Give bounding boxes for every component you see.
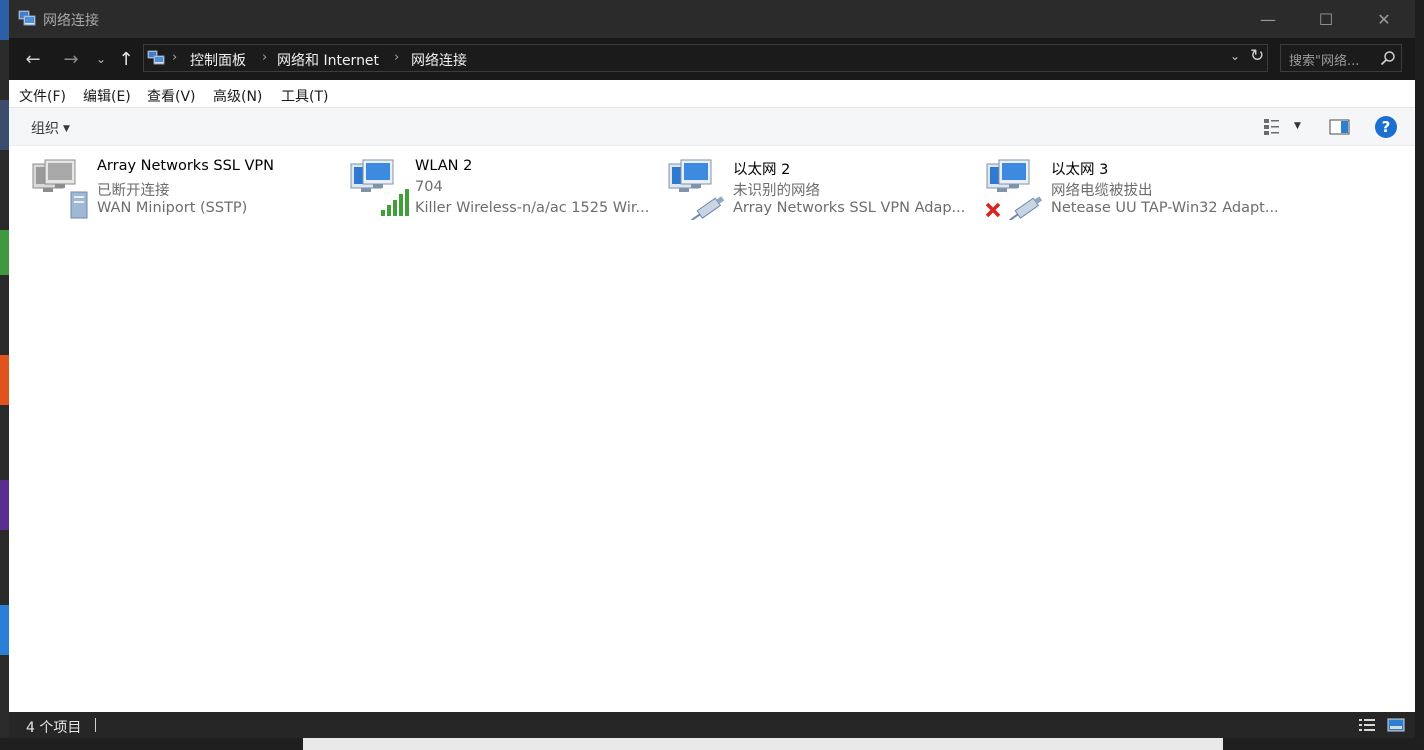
network-location-icon <box>147 50 165 65</box>
maximize-button[interactable]: ☐ <box>1297 0 1355 38</box>
up-arrow-icon: ↑ <box>118 48 134 70</box>
organize-button[interactable]: 组织 ▼ <box>31 118 70 138</box>
vpn-connection-icon <box>32 159 88 219</box>
window-title: 网络连接 <box>43 13 99 29</box>
forward-button[interactable]: → <box>58 46 84 72</box>
connection-tile-ethernet-3[interactable]: 以太网 3 网络电缆被拔出 Netease UU TAP-Win32 Adapt… <box>985 156 1303 222</box>
details-view-icon[interactable] <box>1358 718 1376 732</box>
search-input[interactable]: 搜索"网络... <box>1280 44 1402 72</box>
connection-name: Array Networks SSL VPN <box>97 158 274 174</box>
network-connections-app-icon <box>18 10 36 26</box>
address-bar[interactable]: › 控制面板 › 网络和 Internet › 网络连接 ⌄ ↻ <box>143 44 1268 72</box>
desktop-bottom-edge <box>0 738 1424 750</box>
minimize-icon: — <box>1260 9 1276 29</box>
ethernet-connection-icon <box>668 159 725 220</box>
breadcrumb-separator: › <box>394 50 400 65</box>
desktop-icon <box>0 355 9 405</box>
minimize-button[interactable]: — <box>1239 0 1297 38</box>
connection-device: Netease UU TAP-Win32 Adapt... <box>1051 200 1279 216</box>
menu-bar: 文件(F) 编辑(E) 查看(V) 高级(N) 工具(T) <box>9 80 1415 108</box>
item-count: 4 个项目 <box>26 720 82 736</box>
desktop-left-edge <box>0 0 9 750</box>
connection-tile-ethernet-2[interactable]: 以太网 2 未识别的网络 Array Networks SSL VPN Adap… <box>667 156 985 222</box>
organize-label: 组织 <box>31 121 59 137</box>
recent-locations-button[interactable]: ⌄ <box>93 46 109 72</box>
connection-status: 已断开连接 <box>97 183 170 199</box>
connection-status: 未识别的网络 <box>733 183 820 199</box>
breadcrumb-network-internet[interactable]: 网络和 Internet <box>277 50 379 70</box>
title-bar: 网络连接 — ☐ ✕ <box>9 0 1415 38</box>
status-divider <box>95 718 96 732</box>
search-icon <box>1380 51 1395 66</box>
breadcrumb-network-connections[interactable]: 网络连接 <box>411 50 467 70</box>
preview-pane-icon[interactable] <box>1329 118 1351 136</box>
ethernet-disconnected-icon <box>985 159 1043 220</box>
connection-device: Array Networks SSL VPN Adap... <box>733 200 966 216</box>
connection-name: WLAN 2 <box>415 158 473 174</box>
change-view-icon[interactable] <box>1262 117 1282 137</box>
desktop-icon <box>0 100 9 150</box>
menu-tools[interactable]: 工具(T) <box>281 86 328 106</box>
breadcrumb-control-panel[interactable]: 控制面板 <box>190 50 246 70</box>
menu-advanced[interactable]: 高级(N) <box>213 86 262 106</box>
desktop-icon <box>0 230 9 275</box>
refresh-icon[interactable]: ↻ <box>1250 46 1264 66</box>
forward-arrow-icon: → <box>63 48 79 70</box>
error-x-icon <box>985 202 1001 218</box>
chevron-down-icon: ⌄ <box>95 52 107 66</box>
navigation-bar: ← → ⌄ ↑ › 控制面板 › 网络和 Internet › 网络连接 ⌄ ↻… <box>9 38 1415 80</box>
maximize-icon: ☐ <box>1318 9 1334 29</box>
connection-status: 704 <box>415 179 443 195</box>
close-button[interactable]: ✕ <box>1355 0 1413 38</box>
breadcrumb-separator: › <box>172 50 178 65</box>
desktop-icon <box>0 0 9 40</box>
wireless-connection-icon <box>350 159 409 216</box>
network-connections-window: 网络连接 — ☐ ✕ ← → ⌄ ↑ › 控制面板 › 网络和 Internet… <box>9 0 1415 738</box>
desktop-icon <box>0 480 9 530</box>
command-bar: 组织 ▼ ▼ ? <box>9 108 1415 146</box>
connection-tile-wlan[interactable]: WLAN 2 704 Killer Wireless-n/a/ac 1525 W… <box>349 156 667 222</box>
search-placeholder: 搜索"网络... <box>1289 54 1360 69</box>
large-icons-view-icon[interactable] <box>1387 718 1405 732</box>
close-icon: ✕ <box>1377 9 1391 29</box>
up-button[interactable]: ↑ <box>115 46 137 72</box>
connection-tile-vpn[interactable]: Array Networks SSL VPN 已断开连接 WAN Minipor… <box>31 156 349 222</box>
back-arrow-icon: ← <box>25 48 41 70</box>
background-window <box>303 738 1223 750</box>
connection-status: 网络电缆被拔出 <box>1051 183 1153 199</box>
back-button[interactable]: ← <box>20 46 46 72</box>
help-icon[interactable]: ? <box>1375 116 1397 138</box>
connection-name: 以太网 3 <box>1051 162 1109 178</box>
address-dropdown-icon[interactable]: ⌄ <box>1230 49 1240 63</box>
menu-edit[interactable]: 编辑(E) <box>83 86 131 106</box>
status-bar: 4 个项目 <box>9 712 1415 738</box>
connection-device: WAN Miniport (SSTP) <box>97 200 248 216</box>
connection-device: Killer Wireless-n/a/ac 1525 Wir... <box>415 200 650 216</box>
connection-name: 以太网 2 <box>733 162 791 178</box>
menu-file[interactable]: 文件(F) <box>19 86 66 106</box>
connections-list: Array Networks SSL VPN 已断开连接 WAN Minipor… <box>9 146 1415 712</box>
caret-down-icon: ▼ <box>63 124 70 134</box>
view-options-caret-icon[interactable]: ▼ <box>1294 121 1301 131</box>
menu-view[interactable]: 查看(V) <box>147 86 196 106</box>
desktop-icon <box>0 605 9 655</box>
breadcrumb-separator: › <box>262 50 268 65</box>
help-icon-glyph: ? <box>1381 118 1391 136</box>
